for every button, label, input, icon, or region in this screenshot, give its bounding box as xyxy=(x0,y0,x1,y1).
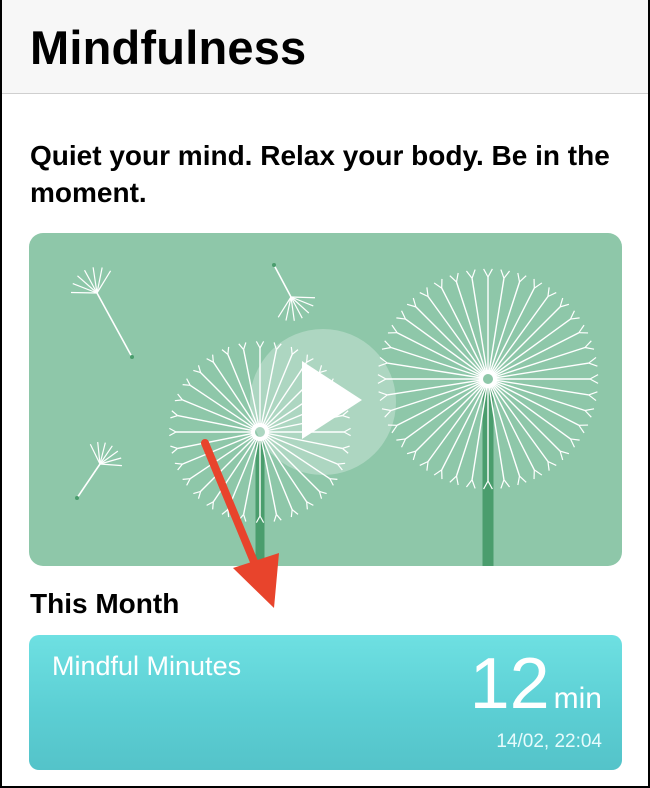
minutes-value-group: 12 min xyxy=(470,645,602,723)
this-month-header: This Month xyxy=(30,588,180,619)
minutes-value: 12 xyxy=(469,644,550,724)
dandelion-illustration xyxy=(70,263,599,566)
page-title: Mindfulness xyxy=(30,21,307,74)
intro-tagline: Quiet your mind. Relax your body. Be in … xyxy=(30,140,610,208)
mindfulness-video-card[interactable] xyxy=(29,233,622,566)
mindful-minutes-card[interactable]: Mindful Minutes 12 min 14/02, 22:04 xyxy=(29,635,622,770)
mindful-minutes-label: Mindful Minutes xyxy=(52,651,242,681)
navigation-bar: Mindfulness xyxy=(2,0,648,94)
large-dandelion-icon xyxy=(377,268,599,566)
mindfulness-screen: Mindfulness Quiet your mind. Relax your … xyxy=(2,0,648,786)
minutes-unit: min xyxy=(553,682,602,715)
play-button[interactable] xyxy=(250,329,396,475)
last-session-timestamp: 14/02, 22:04 xyxy=(496,731,602,752)
